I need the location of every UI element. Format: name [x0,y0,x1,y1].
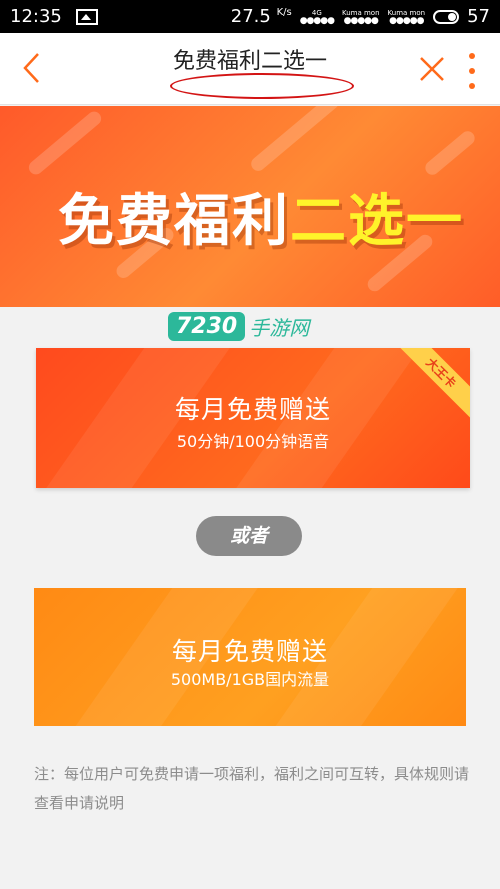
signal-1: 4G ●●●●● [299,9,335,26]
data-card-title: 每月免费赠送 [171,637,328,666]
signal-2: Kuma mon ●●●●● [342,9,380,26]
net-speed-unit: K/s [276,7,292,18]
more-vertical-icon [469,53,475,59]
signal-bars-icon: ●●●●● [343,15,379,26]
image-notification-icon [75,8,98,25]
promo-banner: 免费福利二选一 [0,106,500,307]
more-vertical-icon [469,68,475,74]
net-speed-value: 27.5 [230,6,271,27]
benefit-note: 注：每位用户可免费申请一项福利，福利之间可互转，具体规则请查看申请说明 [34,765,470,812]
data-benefit-card[interactable]: 每月免费赠送 500MB/1GB国内流量 [34,588,466,726]
banner-title-white: 免费福利 [58,189,290,254]
close-icon [420,57,444,81]
net-speed: 27.5 K/s [231,6,292,27]
status-bar: 12:35 27.5 K/s 4G ●●●●● Kuma mon ●●●●● K… [0,0,500,33]
more-vertical-icon [469,83,475,89]
more-button[interactable] [462,53,482,89]
battery-level: 57 [467,6,490,27]
close-button[interactable] [418,55,446,83]
signal-bars-icon: ●●●●● [299,15,335,26]
or-divider: 或者 [196,516,302,556]
signal-3: Kuma mon ●●●●● [388,9,426,26]
banner-decoration [26,108,104,178]
toggle-icon [433,9,460,24]
banner-decoration [248,106,342,174]
data-card-subtitle: 500MB/1GB国内流量 [170,670,330,689]
signal-bars-icon: ●●●●● [389,15,424,26]
watermark-text: 手游网 [249,316,310,340]
voice-card-title: 每月免费赠送 [174,395,331,424]
watermark-logo: 7230 手游网 [168,312,309,341]
voice-card-subtitle: 50分钟/100分钟语音 [176,432,330,451]
voice-benefit-card[interactable]: 大王卡 每月免费赠送 50分钟/100分钟语音 [36,348,470,488]
status-right: 27.5 K/s 4G ●●●●● Kuma mon ●●●●● Kuma mo… [231,6,490,27]
annotation-ellipse [170,73,354,99]
banner-decoration [422,128,478,178]
status-time: 12:35 [10,6,62,27]
banner-title-yellow: 二选一 [290,189,464,254]
banner-title: 免费福利二选一 [58,176,464,257]
app-header: 免费福利二选一 [0,33,500,105]
watermark-number: 7230 [168,312,246,341]
